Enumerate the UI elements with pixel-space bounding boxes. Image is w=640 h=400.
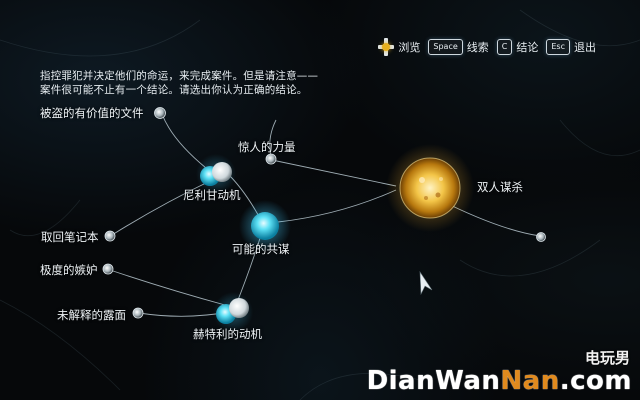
clue-node-double-strand xyxy=(536,232,546,242)
label-stolen-document[interactable]: 被盗的有价值的文件 xyxy=(40,105,144,121)
space-key: Space xyxy=(428,39,463,55)
control-hints: 浏览 Space 线索 C 结论 Esc 退出 xyxy=(378,38,596,56)
exit-hint[interactable]: Esc 退出 xyxy=(546,39,596,55)
watermark-logo: DianWanNan.com xyxy=(367,366,632,396)
watermark-part-1: DianWan xyxy=(366,366,501,396)
watermark-part-2: Nan xyxy=(500,366,560,396)
conclusion-hint[interactable]: C 结论 xyxy=(496,39,539,55)
label-possible-conspiracy[interactable]: 可能的共谋 xyxy=(232,241,290,257)
conclusion-label: 结论 xyxy=(516,41,539,54)
watermark-small-text: 电玩男 xyxy=(584,349,630,367)
link-document-to-nelly xyxy=(161,113,207,169)
watermark-part-3: .com xyxy=(559,366,632,396)
browse-label: 浏览 xyxy=(398,41,421,54)
search-label: 线索 xyxy=(466,41,489,54)
esc-key: Esc xyxy=(546,39,570,55)
instructions-line-2: 案件很可能不止有一个结论。请选出你认为正确的结论。 xyxy=(40,84,308,96)
connection-lines xyxy=(109,113,541,317)
label-double-murder[interactable]: 双人谋杀 xyxy=(477,179,523,195)
label-unexplained-exposure[interactable]: 未解释的露面 xyxy=(57,307,126,323)
clue-node-jealousy[interactable] xyxy=(102,263,114,275)
link-conspiracy-to-double xyxy=(277,189,397,223)
search-hint[interactable]: Space 线索 xyxy=(428,39,489,55)
label-hattery-motive[interactable]: 赫特利的动机 xyxy=(193,326,262,342)
clue-node-document[interactable] xyxy=(154,107,166,119)
c-key: C xyxy=(496,39,513,55)
deduction-board: 浏览 Space 线索 C 结论 Esc 退出 指控罪犯并决定他们的命运，来完成… xyxy=(0,0,640,400)
label-retrieve-notebook[interactable]: 取回笔记本 xyxy=(41,229,99,245)
instructions-line-1: 指控罪犯并决定他们的命运，来完成案件。但是请注意—— xyxy=(40,70,319,82)
cursor-arrow-icon xyxy=(419,270,433,296)
instructions-text: 指控罪犯并决定他们的命运，来完成案件。但是请注意—— 案件很可能不止有一个结论。… xyxy=(40,69,318,97)
connection-graph xyxy=(0,9,640,400)
label-astonishing-power[interactable]: 惊人的力量 xyxy=(238,139,296,155)
label-extreme-jealousy[interactable]: 极度的嫉妒 xyxy=(40,262,98,278)
link-jealousy-to-hattery xyxy=(109,269,226,306)
clue-node-power[interactable] xyxy=(265,153,277,165)
double-murder-cell[interactable] xyxy=(386,144,474,232)
clue-node-notebook[interactable] xyxy=(104,230,116,242)
label-nelly-motive[interactable]: 尼利甘动机 xyxy=(183,187,241,203)
browse-hint[interactable]: 浏览 xyxy=(378,38,420,56)
exit-label: 退出 xyxy=(574,41,596,54)
clue-node-exposure[interactable] xyxy=(132,307,144,319)
dpad-icon xyxy=(378,38,395,56)
link-power-to-double xyxy=(271,159,397,187)
